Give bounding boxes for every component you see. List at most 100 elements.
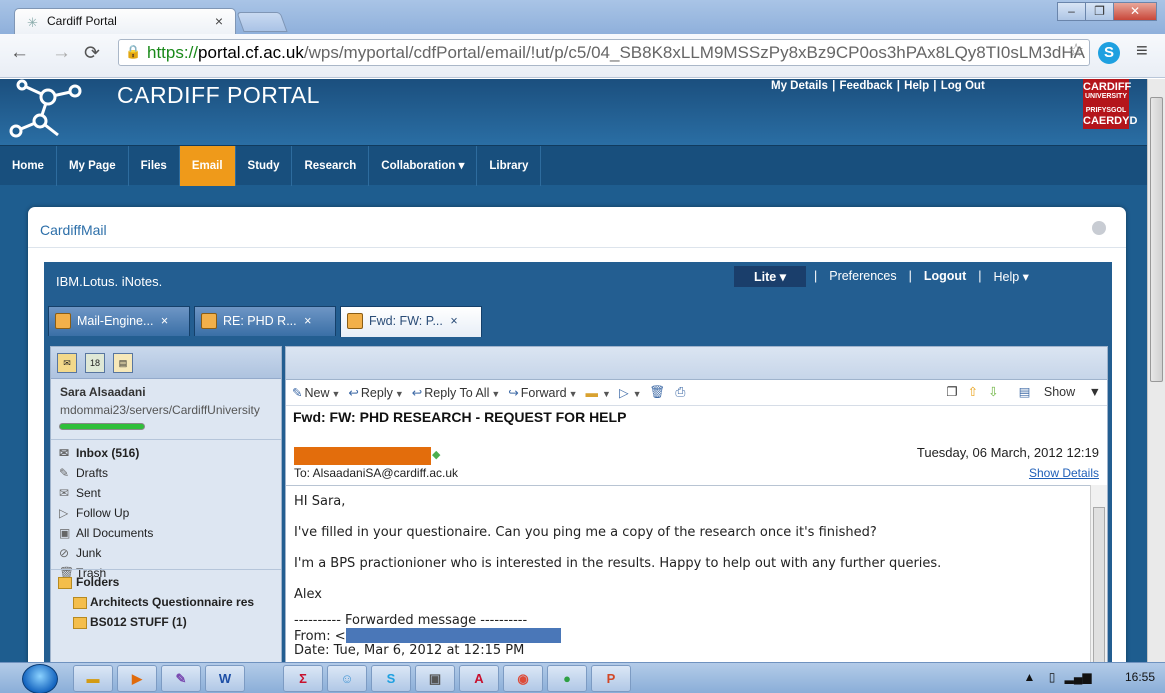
folder-item[interactable]: Architects Questionnaire res [51,595,281,615]
nav-files[interactable]: Files [129,146,180,186]
card-collapse-icon[interactable] [1092,221,1106,235]
my-details-link[interactable]: My Details [771,80,828,92]
tab-close-icon[interactable]: × [450,314,457,328]
tab-close-icon[interactable]: × [215,13,223,29]
browser-tab-title: Cardiff Portal [47,14,117,28]
start-button[interactable] [22,664,58,693]
follow-up-button[interactable]: ▷ ▼ [619,385,642,400]
forward-button[interactable]: ↪ Forward ▼ [508,385,577,400]
mailbox-list: ✉ Inbox (516) ✎ Drafts ✉ Sent ▷ Follow Up ▣ A… [51,439,281,586]
copy-icon[interactable]: ❐ [946,384,957,399]
reply-all-button[interactable]: ↩ Reply To All ▼ [412,385,501,400]
cardiffmail-card: CardiffMail IBM.Lotus. iNotes. Lite ▾ | … [28,207,1126,662]
message-body[interactable]: HI Sara, I've filled in your questionair… [286,485,1090,662]
url-path: /wps/myportal/cdfPortal/email/!ut/p/c5/0… [303,43,1085,62]
nav-research[interactable]: Research [292,146,370,186]
explorer-taskbar-icon[interactable]: ▬ [73,665,113,692]
show-icon: ▤ [1018,385,1031,399]
browser-menu-icon[interactable]: ≡ [1136,40,1148,63]
nav-email[interactable]: Email [179,146,236,186]
word-taskbar-icon[interactable]: W [205,665,245,692]
mailbox-drafts[interactable]: ✎ Drafts [51,466,281,486]
reply-button[interactable]: ↩ Reply ▼ [348,385,403,400]
spotify-taskbar-icon[interactable]: ● [547,665,587,692]
mail-navigator: ✉ 18 ▤ Sara Alsaadani mdommai23/servers/… [50,346,282,662]
nav-my-page[interactable]: My Page [57,146,129,186]
help-link[interactable]: Help [904,80,929,92]
navigator-toolbar: ✉ 18 ▤ [51,347,281,379]
nav-library[interactable]: Library [477,146,542,186]
reload-icon[interactable]: ⟳ [84,42,100,65]
url-domain: portal.cf.ac.uk [198,43,304,62]
inotes-logout-link[interactable]: Logout [920,266,970,287]
logout-link[interactable]: Log Out [941,80,985,92]
close-window-button[interactable]: ✕ [1113,2,1157,21]
nav-study[interactable]: Study [236,146,293,186]
mailbox-follow-up[interactable]: ▷ Follow Up [51,506,281,526]
browser-tabstrip: ✳ Cardiff Portal × – ❐ ✕ [0,0,1165,34]
people-taskbar-icon[interactable]: ☺ [327,665,367,692]
browser-toolbar: ← → ⟳ 🔒 https://portal.cf.ac.uk/wps/mypo… [0,34,1165,78]
address-bar[interactable]: 🔒 https://portal.cf.ac.uk/wps/myportal/c… [118,39,1090,66]
clock[interactable]: 16:55 [1125,670,1155,684]
tray-arrow-icon[interactable]: ▲ [1023,670,1035,684]
move-to-folder-button[interactable]: ▬ ▼ [586,386,611,400]
tab-fwd-fw[interactable]: Fwd: FW: P... × [340,306,482,337]
back-icon[interactable]: ← [10,42,29,64]
page-scrollbar-thumb[interactable] [1150,97,1163,382]
folder-list: Folders Architects Questionnaire res BS0… [51,569,281,635]
paint-taskbar-icon[interactable]: ✎ [161,665,201,692]
folders-heading[interactable]: Folders [51,575,281,595]
powerpoint-taskbar-icon[interactable]: P [591,665,631,692]
feedback-link[interactable]: Feedback [840,80,893,92]
tab-re-phd[interactable]: RE: PHD R... × [194,306,336,336]
inotes-help-menu[interactable]: Help ▾ [989,266,1032,287]
lite-menu[interactable]: Lite ▾ [734,266,806,287]
tab-mail-engine[interactable]: Mail-Engine... × [48,306,190,336]
delete-button[interactable]: 🗑 [650,385,668,400]
calendar-icon[interactable]: 18 [85,353,105,373]
media-player-taskbar-icon[interactable]: ▶ [117,665,157,692]
message-scrollbar-thumb[interactable] [1093,507,1105,662]
message-pane: ✎ New ▼ ↩ Reply ▼ ↩ Reply To All ▼ ↪ Forward ▼ ▬… [285,346,1108,662]
mail-icon[interactable]: ✉ [57,353,77,373]
skype-taskbar-icon[interactable]: S [371,665,411,692]
message-scrollbar[interactable] [1090,485,1107,662]
mailbox-junk[interactable]: ⊘ Junk [51,546,281,566]
next-arrow-icon[interactable]: ⇩ [988,384,998,399]
nav-collaboration[interactable]: Collaboration ▾ [369,146,478,186]
url-scheme: https:// [147,43,199,62]
show-menu[interactable]: ▤ Show ▼ [1009,384,1101,399]
folder-icon [58,577,72,589]
folder-item[interactable]: BS012 STUFF (1) [51,615,281,635]
page-scrollbar[interactable] [1147,79,1165,662]
tab-close-icon[interactable]: × [304,314,311,328]
preferences-link[interactable]: Preferences [825,266,900,287]
previous-arrow-icon[interactable]: ⇧ [968,384,978,399]
skype-extension-icon[interactable]: S [1098,42,1120,64]
minimize-button[interactable]: – [1057,2,1086,21]
nav-home[interactable]: Home [0,146,57,186]
forward-icon[interactable]: → [52,42,71,64]
sum-app-taskbar-icon[interactable]: Σ [283,665,323,692]
new-tab-button[interactable] [236,12,288,32]
restore-button[interactable]: ❐ [1085,2,1114,21]
print-button[interactable]: ⎙ [675,385,687,400]
show-details-link[interactable]: Show Details [1029,466,1099,480]
contacts-icon[interactable]: ▤ [113,353,133,373]
portal-logo-icon [9,79,82,138]
device-icon[interactable]: ▯ [1049,670,1056,684]
window-taskbar-icon[interactable]: ▣ [415,665,455,692]
cardiff-university-logo: CARDIFF UNIVERSITY PRIFYSGOL CAERDYD [1083,79,1138,129]
lock-icon: 🔒 [125,44,142,59]
chrome-taskbar-icon[interactable]: ◉ [503,665,543,692]
browser-tab[interactable]: ✳ Cardiff Portal × [14,8,236,34]
new-button[interactable]: ✎ New ▼ [292,385,340,400]
mailbox-sent[interactable]: ✉ Sent [51,486,281,506]
mailbox-all-documents[interactable]: ▣ All Documents [51,526,281,546]
mailbox-inbox[interactable]: ✉ Inbox (516) [51,446,281,466]
tab-close-icon[interactable]: × [161,314,168,328]
bookmark-star-icon[interactable]: ☆ [1068,40,1084,61]
signal-icon[interactable]: ▂▄▆ [1065,670,1092,684]
acrobat-taskbar-icon[interactable]: A [459,665,499,692]
